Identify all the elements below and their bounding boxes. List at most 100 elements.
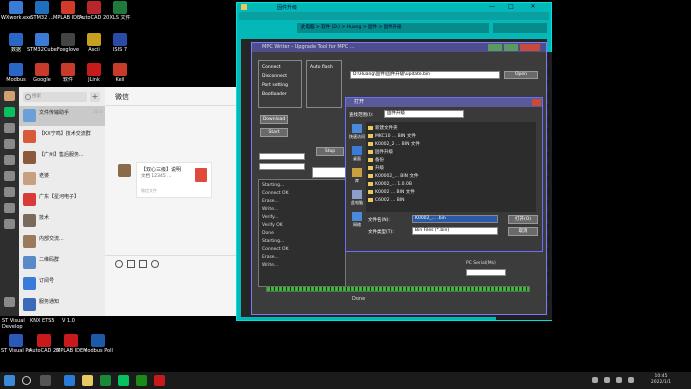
avatar <box>23 109 36 122</box>
menu-icon[interactable] <box>4 297 15 307</box>
desktop-label[interactable]: KNX ETS5 <box>30 318 58 324</box>
radio-option[interactable]: Disconnect <box>262 74 287 79</box>
serial-field[interactable] <box>466 269 506 276</box>
favorites-icon[interactable] <box>4 139 15 149</box>
miniprogram-icon[interactable] <box>4 203 15 213</box>
start-icon[interactable] <box>4 375 15 386</box>
list-item[interactable]: K00002_... BIN 文件 <box>368 173 476 180</box>
app-icon[interactable] <box>136 375 147 386</box>
search-icon[interactable] <box>4 187 15 197</box>
filetype-select[interactable]: Bin Files (*.bin) <box>412 227 498 235</box>
list-item[interactable]: C6002 ... BIN <box>368 197 476 204</box>
app-icon[interactable] <box>154 375 165 386</box>
desktop-icon[interactable]: ST Visual Programmer <box>1 334 31 354</box>
wechat-icon[interactable] <box>118 375 129 386</box>
list-item[interactable]: 老婆 <box>19 169 105 189</box>
close-button[interactable]: ✕ <box>523 3 543 11</box>
chat-icon[interactable] <box>4 107 15 117</box>
baud-select[interactable] <box>259 163 305 170</box>
connection-group: Connect Disconnect Port setting Bootload… <box>258 60 302 108</box>
open-button[interactable]: Open <box>504 71 538 79</box>
add-chat-button[interactable]: + <box>90 92 100 102</box>
list-item[interactable]: 订阅号 <box>19 274 105 294</box>
radio-option[interactable]: Port setting <box>262 83 288 88</box>
list-item[interactable]: 二维码群 <box>19 253 105 273</box>
desktop-icon[interactable]: XLS 文件 <box>105 1 135 21</box>
edge-icon[interactable] <box>64 375 75 386</box>
minimize-button[interactable] <box>488 44 502 51</box>
folder-icon[interactable] <box>82 375 93 386</box>
folder-icon[interactable] <box>4 155 15 165</box>
file-card[interactable]: 【双心三级】说明 文档 12345 ... 微信文件 <box>136 162 212 198</box>
start-button[interactable]: Start <box>260 128 288 137</box>
list-item[interactable]: MKC10 ... BIN 文件 <box>368 133 476 140</box>
close-button[interactable] <box>532 99 541 106</box>
moments-icon[interactable] <box>4 171 15 181</box>
computer-icon[interactable] <box>352 190 362 199</box>
input-method-icon[interactable] <box>628 377 634 383</box>
maximize-button[interactable] <box>504 44 518 51</box>
desktop-icon[interactable]: Keil <box>105 63 135 83</box>
library-icon[interactable] <box>352 168 362 177</box>
desktop-icon[interactable]: Modbus Poll <box>83 334 113 354</box>
list-item[interactable]: 备份 <box>368 157 476 164</box>
breadcrumb[interactable]: 此电脑 > 软件 (D:) > Huang > 固件 > 固件升级 <box>297 23 489 33</box>
emoji-icon[interactable] <box>115 260 123 268</box>
list-item[interactable]: 服务通知 <box>19 295 105 315</box>
minimize-button[interactable]: — <box>484 3 500 11</box>
list-item[interactable]: 广东【星河电子】 <box>19 190 105 210</box>
search-input[interactable] <box>493 23 547 33</box>
volume-icon[interactable] <box>604 377 610 383</box>
contacts-icon[interactable] <box>4 123 15 133</box>
desktop-icon[interactable]: AutoCAD 2022 - 简体中文 <box>29 334 59 354</box>
desktop-label[interactable]: V 1.0 <box>62 318 82 324</box>
phone-icon[interactable] <box>4 219 15 229</box>
list-item[interactable]: K0002_2 ... BIN 文件 <box>368 141 476 148</box>
look-in-select[interactable]: 固件升级 <box>384 110 464 118</box>
file-path-field[interactable]: D:\Huang\固件\固件升级\update.bin <box>350 71 500 79</box>
list-item[interactable]: K0002 ... BIN 文件 <box>368 189 476 196</box>
list-item[interactable]: 文件传输助手 10:4 <box>19 106 105 126</box>
filename-input[interactable]: K0002_... .bin <box>412 215 498 223</box>
desktop-icon[interactable]: MPLAB IDE v8.92 <box>56 334 86 354</box>
list-item[interactable]: 【广州】售后服务... <box>19 148 105 168</box>
list-item[interactable]: 内部交流... <box>19 232 105 252</box>
quick-access-icon[interactable] <box>352 124 362 133</box>
app-icon <box>37 334 51 347</box>
value-field[interactable] <box>312 167 348 178</box>
close-button[interactable] <box>520 44 540 51</box>
network-icon[interactable] <box>592 377 598 383</box>
desktop-label[interactable]: ST Visual Develop <box>2 318 26 330</box>
battery-icon[interactable] <box>616 377 622 383</box>
stop-button[interactable]: Stop <box>316 147 344 156</box>
clock[interactable]: 10:45 2022/1/1 <box>640 374 682 386</box>
desktop-icon[interactable] <box>352 146 362 155</box>
scissors-icon[interactable] <box>139 260 147 268</box>
list-item[interactable]: 【KX宁鸣】技术交流群 <box>19 127 105 147</box>
folder-icon[interactable] <box>127 260 135 268</box>
checkbox-option[interactable]: Auto flash <box>310 65 333 70</box>
list-item[interactable]: 技术 <box>19 211 105 231</box>
desktop-icon[interactable]: ISIS 7 <box>105 33 135 53</box>
network-icon[interactable] <box>352 212 362 221</box>
search-icon[interactable] <box>22 376 31 385</box>
list-item[interactable]: K0002_... 1.0.0B <box>368 181 476 188</box>
file-icon <box>368 197 373 202</box>
app-icon[interactable] <box>100 375 111 386</box>
avatar[interactable] <box>4 91 15 101</box>
chat-history-icon[interactable] <box>151 260 159 268</box>
list-item[interactable]: 固件升级 <box>368 149 476 156</box>
pdf-icon <box>195 168 207 182</box>
progress-fill <box>267 287 529 291</box>
search-input[interactable]: 搜索 <box>23 92 87 102</box>
maximize-button[interactable]: □ <box>503 3 519 11</box>
list-item[interactable]: 升级 <box>368 165 476 172</box>
download-button[interactable]: Download <box>260 115 288 124</box>
cancel-button[interactable]: 取消 <box>508 227 538 236</box>
port-select[interactable] <box>259 153 305 160</box>
task-view-icon[interactable] <box>40 375 51 386</box>
list-item[interactable]: 新建文件夹 <box>368 125 476 132</box>
open-button[interactable]: 打开(O) <box>508 215 538 224</box>
radio-option[interactable]: Connect <box>262 65 281 70</box>
radio-option[interactable]: Bootloader <box>262 92 287 97</box>
